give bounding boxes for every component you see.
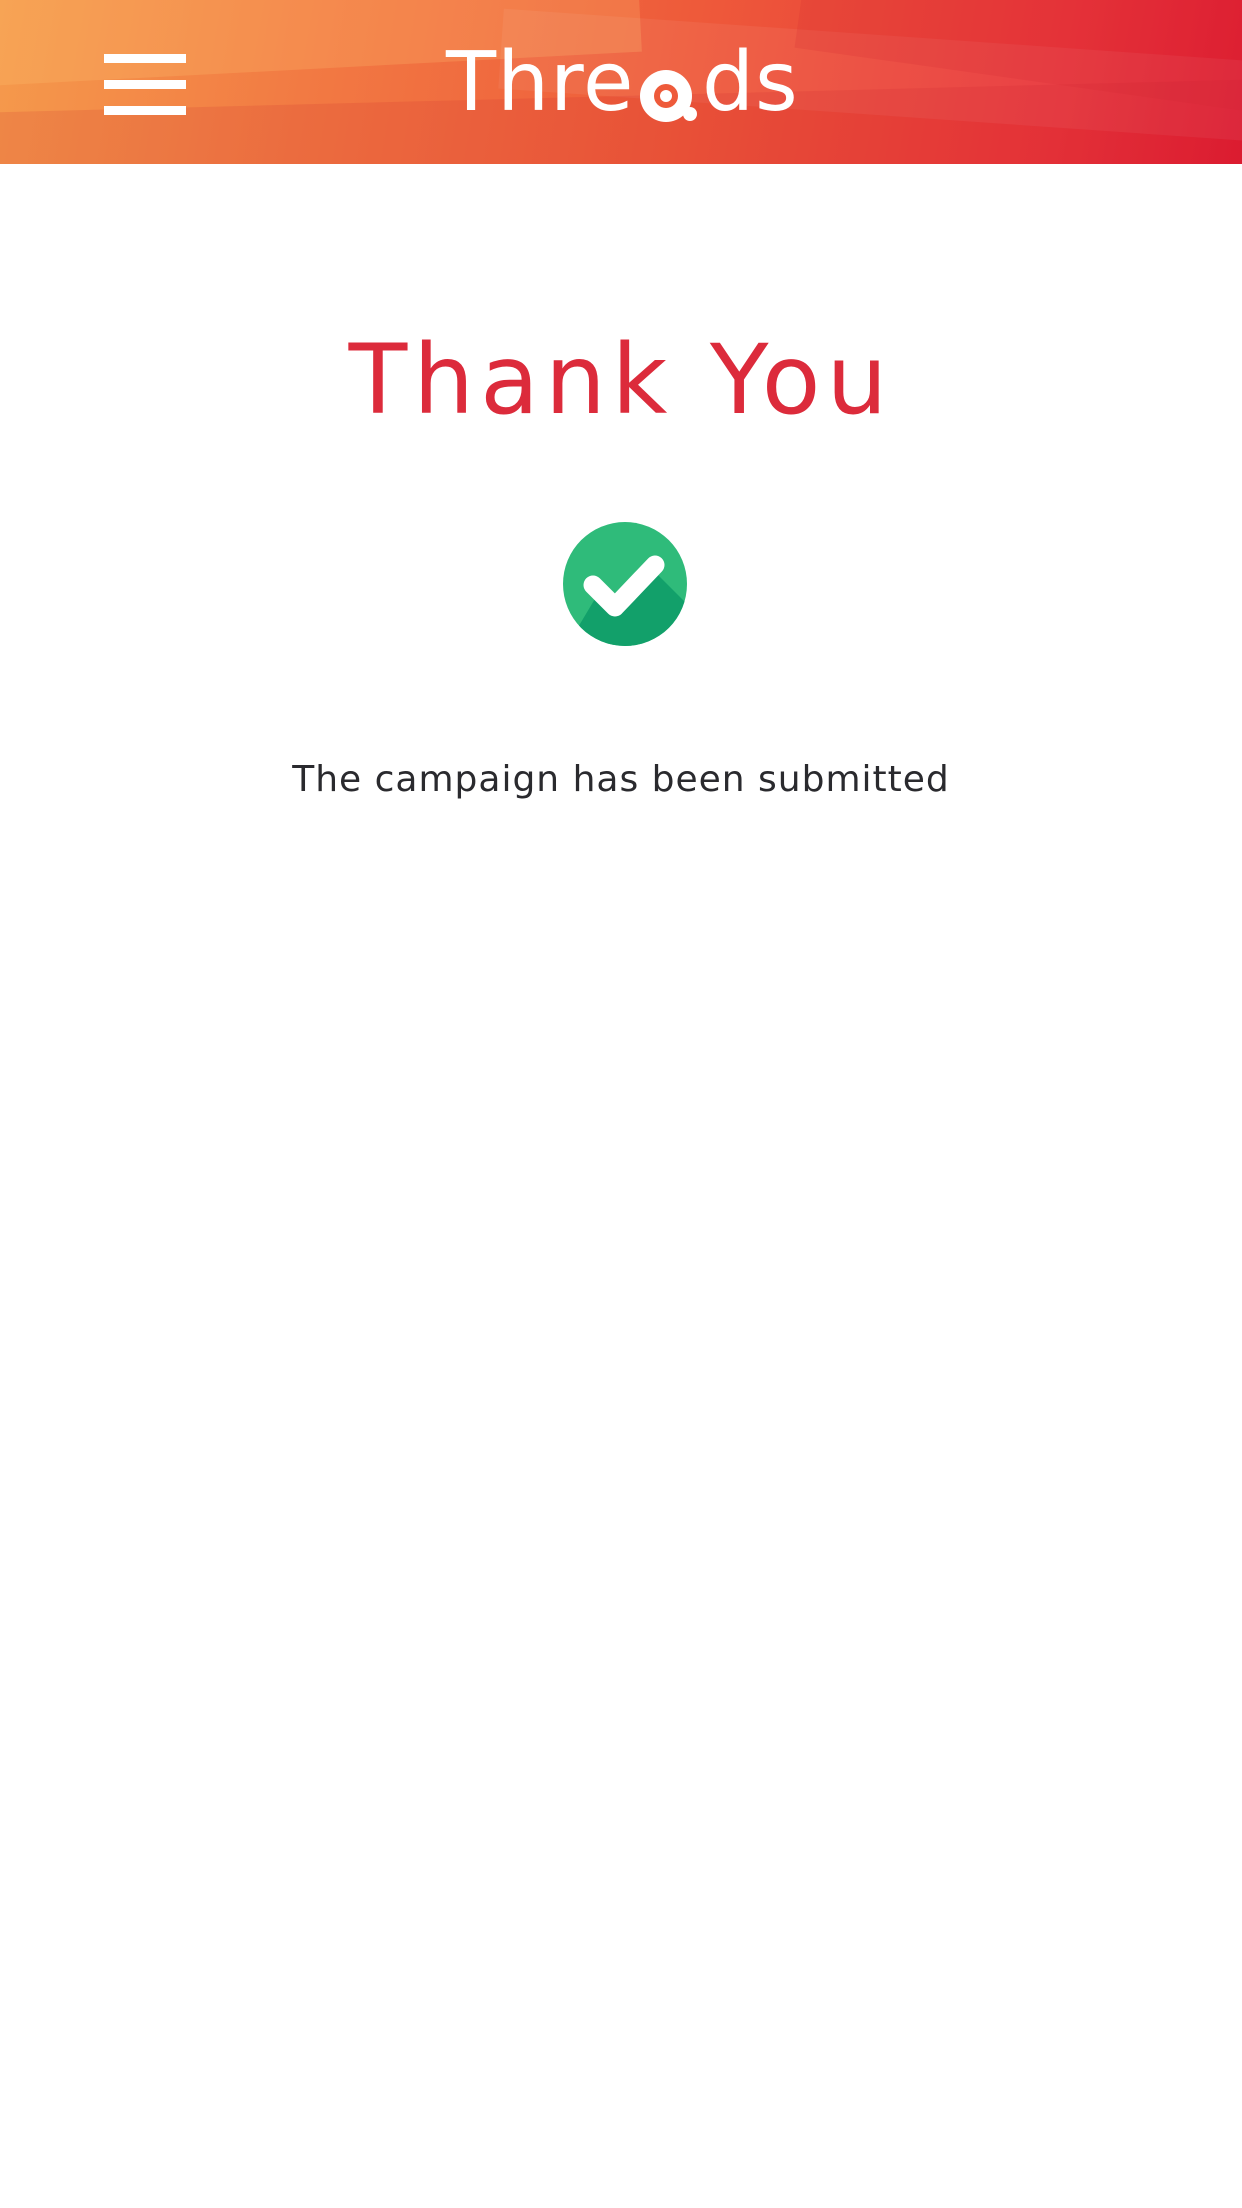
menu-bar xyxy=(104,80,186,89)
page-title: Thank You xyxy=(348,324,894,436)
at-sign-icon xyxy=(640,70,697,122)
menu-bar xyxy=(104,106,186,115)
app-header: Thre ds xyxy=(0,0,1242,164)
header-texture xyxy=(794,0,1242,132)
check-circle-icon xyxy=(563,522,687,646)
logo-wordmark: Thre ds xyxy=(445,35,799,130)
hamburger-menu-icon[interactable] xyxy=(100,52,188,124)
logo-text-start: Thre xyxy=(445,35,634,130)
confirmation-message: The campaign has been submitted xyxy=(292,759,950,800)
app-logo[interactable]: Thre ds xyxy=(440,30,820,130)
menu-bar xyxy=(104,54,186,63)
logo-text-end: ds xyxy=(702,35,799,130)
